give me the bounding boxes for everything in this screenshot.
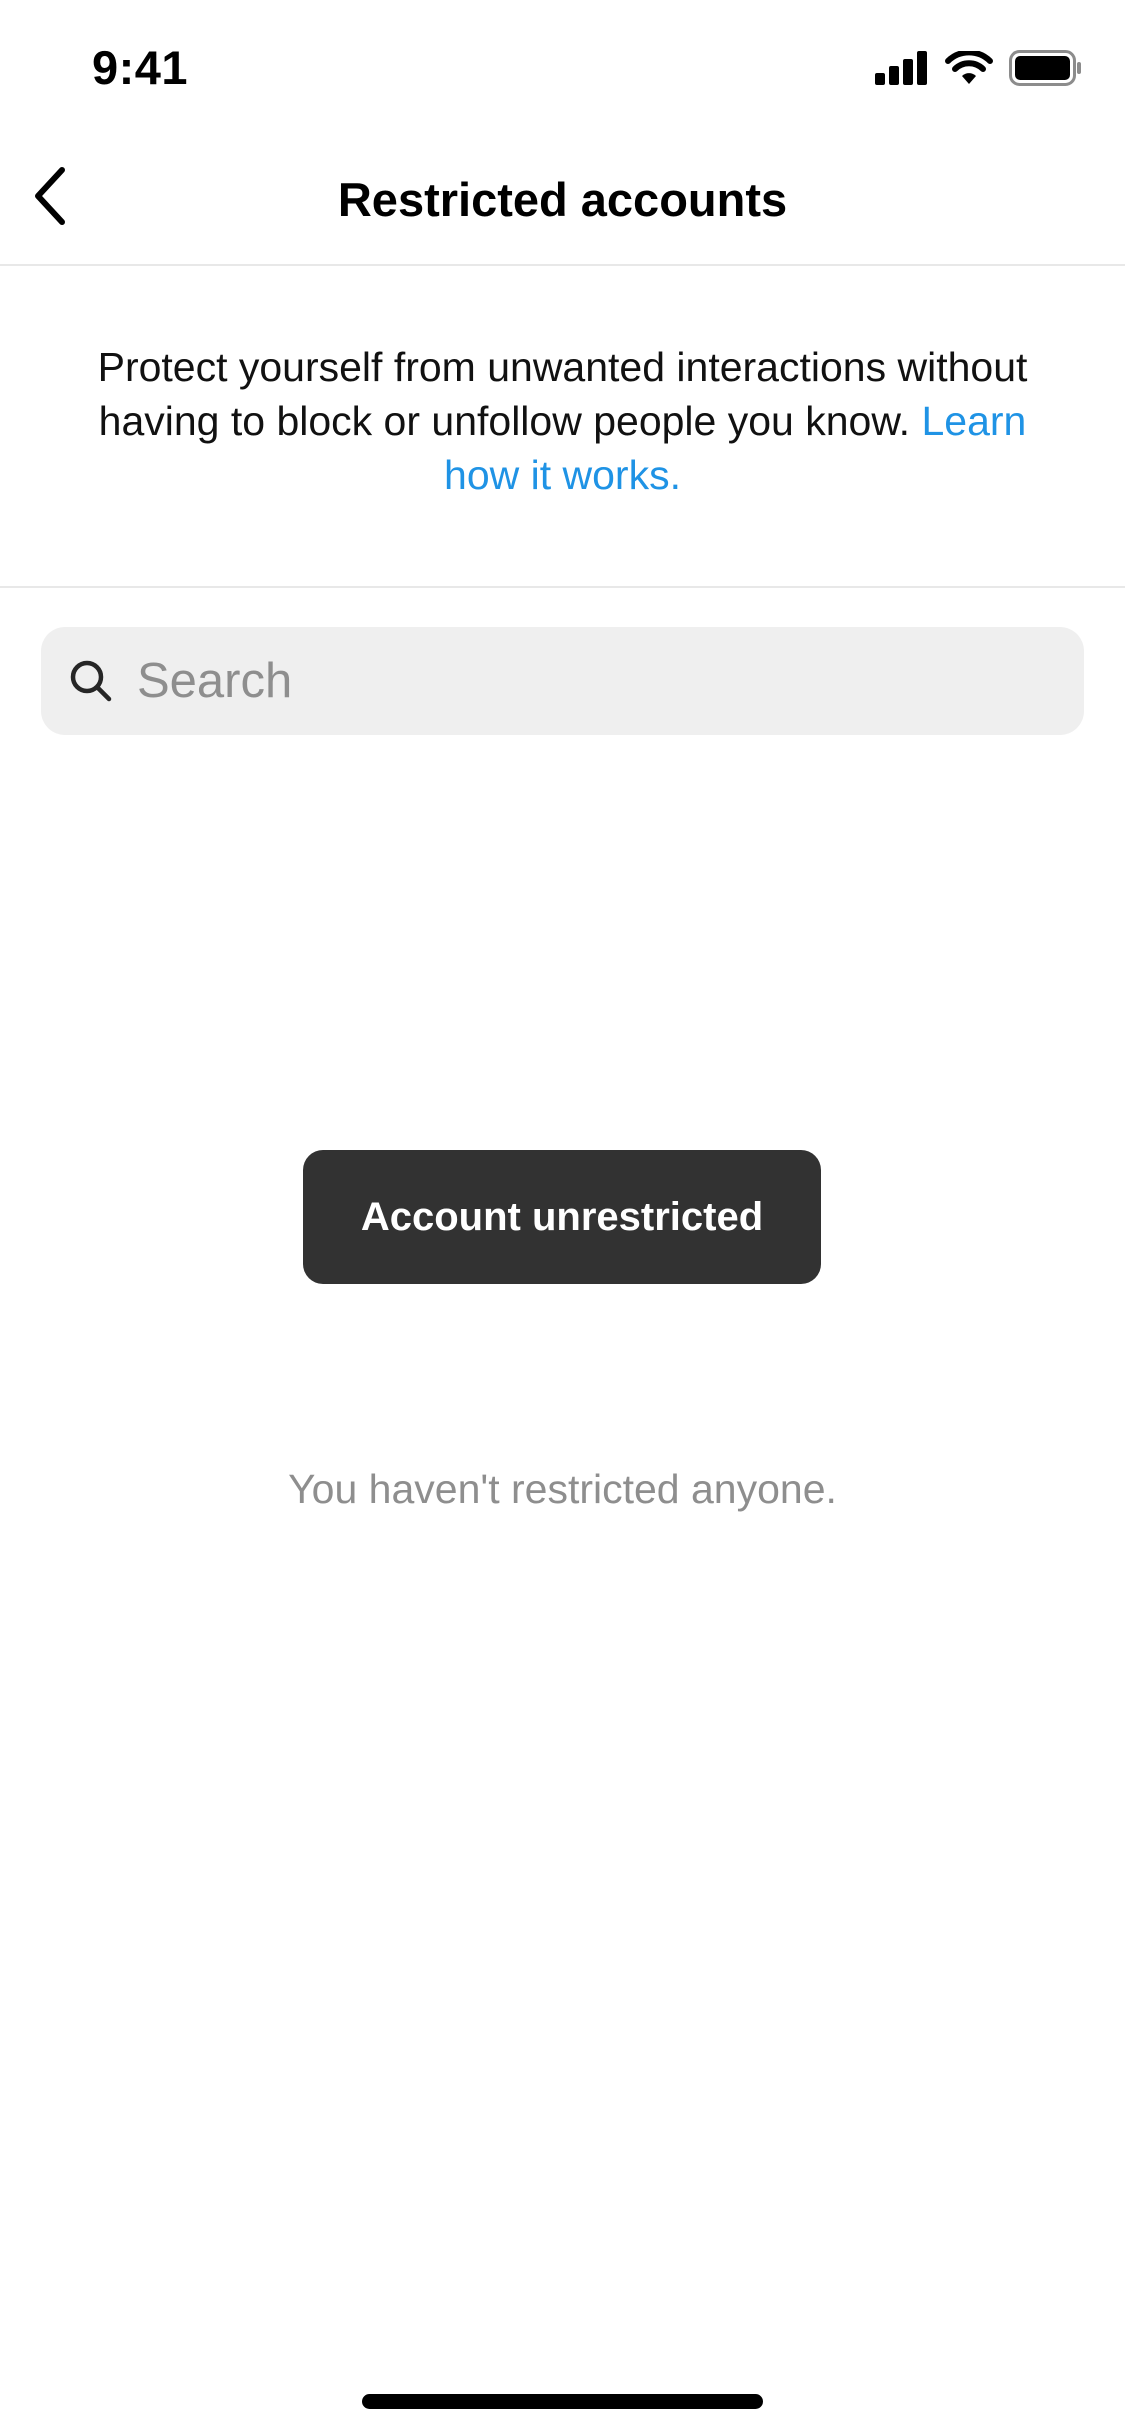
search-input[interactable]: [137, 641, 1037, 721]
toast-notification: Account unrestricted: [303, 1150, 821, 1284]
status-bar: 9:41: [0, 0, 1125, 132]
status-time: 9:41: [92, 41, 189, 94]
empty-state-message: You haven't restricted anyone.: [288, 1466, 837, 1512]
search-bar[interactable]: [41, 627, 1084, 735]
search-icon: [69, 659, 113, 703]
section-divider: [0, 586, 1125, 588]
nav-header: Restricted accounts: [0, 132, 1125, 266]
home-indicator[interactable]: [362, 2394, 763, 2409]
wifi-icon: [945, 49, 993, 90]
toast-message: Account unrestricted: [360, 1194, 764, 1239]
cellular-signal-icon: [875, 51, 929, 90]
page-title: Restricted accounts: [337, 173, 788, 226]
description-text: Protect yourself from unwanted interacti…: [97, 344, 1028, 444]
restrict-description: Protect yourself from unwanted interacti…: [60, 340, 1065, 502]
status-icons: [875, 49, 1083, 91]
battery-icon: [1009, 50, 1083, 91]
